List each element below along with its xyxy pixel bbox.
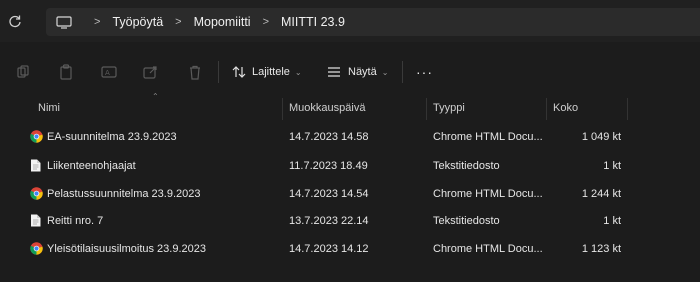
file-name: EA-suunnitelma 23.9.2023: [47, 131, 177, 143]
file-name: Yleisötilaisuusilmoitus 23.9.2023: [47, 243, 206, 255]
view-label: Näytä: [348, 66, 377, 78]
more-options-button[interactable]: ···: [416, 64, 433, 80]
column-divider[interactable]: [627, 98, 628, 120]
view-list-icon: [327, 67, 341, 77]
file-row[interactable]: Pelastussuunnitelma 23.9.2023 14.7.2023 1…: [0, 181, 700, 207]
breadcrumb-item-tyopoyta[interactable]: Työpöytä: [112, 15, 163, 29]
address-bar: > Työpöytä > Mopomiitti > MIITTI 23.9: [0, 0, 700, 42]
column-divider[interactable]: [282, 98, 283, 120]
file-row[interactable]: Reitti nro. 7 13.7.2023 22.14 Tekstitiedos…: [0, 208, 700, 234]
file-modified: 14.7.2023 14.54: [289, 188, 369, 200]
breadcrumb-separator[interactable]: >: [94, 16, 100, 28]
computer-icon[interactable]: [56, 16, 72, 29]
file-name: Reitti nro. 7: [47, 215, 104, 227]
sort-button[interactable]: Lajittele ⌄: [232, 66, 302, 78]
toolbar-separator: [218, 61, 219, 83]
file-name: Liikenteenohjaajat: [47, 160, 136, 172]
column-header-modified[interactable]: Muokkauspäivä: [289, 96, 365, 120]
file-type: Tekstitiedosto: [433, 160, 500, 172]
file-row[interactable]: Liikenteenohjaajat 11.7.2023 18.49 Tekstit…: [0, 153, 700, 179]
file-row[interactable]: Yleisötilaisuusilmoitus 23.9.2023 14.7.20…: [0, 236, 700, 262]
file-size: 1 kt: [603, 160, 621, 172]
breadcrumb-item-miitti[interactable]: MIITTI 23.9: [281, 15, 345, 29]
breadcrumb-separator[interactable]: >: [175, 16, 181, 28]
sort-label: Lajittele: [252, 66, 290, 78]
svg-text:A: A: [105, 69, 110, 77]
file-size: 1 kt: [603, 215, 621, 227]
sort-ascending-icon: ⌃: [152, 92, 159, 101]
file-modified: 13.7.2023 22.14: [289, 215, 369, 227]
file-modified: 11.7.2023 18.49: [289, 160, 368, 172]
file-type: Chrome HTML Docu...: [433, 243, 543, 255]
cut-icon[interactable]: [14, 63, 32, 81]
breadcrumb-separator[interactable]: >: [263, 16, 269, 28]
chevron-down-icon: ⌄: [294, 67, 302, 77]
chevron-down-icon: ⌄: [381, 67, 389, 77]
breadcrumb-item-mopomiitti[interactable]: Mopomiitti: [194, 15, 251, 29]
file-type: Chrome HTML Docu...: [433, 188, 543, 200]
file-size: 1 123 kt: [581, 243, 621, 255]
breadcrumb[interactable]: > Työpöytä > Mopomiitti > MIITTI 23.9: [46, 8, 700, 36]
more-icon: ···: [416, 64, 433, 80]
file-type: Tekstitiedosto: [433, 215, 500, 227]
column-header-name[interactable]: Nimi: [38, 96, 60, 120]
command-toolbar: A Lajittele ⌄ Näytä ⌄ ···: [0, 52, 700, 92]
share-icon[interactable]: [142, 63, 160, 81]
file-size: 1 244 kt: [581, 188, 621, 200]
toolbar-separator: [402, 61, 403, 83]
column-divider[interactable]: [546, 98, 547, 120]
file-type: Chrome HTML Docu...: [433, 131, 543, 143]
chrome-icon: [30, 242, 43, 255]
text-file-icon: [30, 159, 43, 172]
rename-icon[interactable]: A: [100, 63, 118, 81]
text-file-icon: [30, 214, 43, 227]
chrome-icon: [30, 130, 43, 143]
column-header-type[interactable]: Tyyppi: [433, 96, 465, 120]
column-header: ⌃ Nimi Muokkauspäivä Tyyppi Koko: [0, 92, 700, 120]
copy-icon[interactable]: [57, 63, 75, 81]
file-modified: 14.7.2023 14.12: [289, 243, 369, 255]
file-name: Pelastussuunnitelma 23.9.2023: [47, 188, 201, 200]
chrome-icon: [30, 187, 43, 200]
view-button[interactable]: Näytä ⌄: [327, 66, 388, 78]
file-row[interactable]: EA-suunnitelma 23.9.2023 14.7.2023 14.58 C…: [0, 124, 700, 150]
file-size: 1 049 kt: [581, 131, 621, 143]
sort-icon: [232, 66, 246, 78]
column-divider[interactable]: [426, 98, 427, 120]
refresh-icon[interactable]: [0, 14, 30, 28]
delete-icon[interactable]: [186, 63, 204, 81]
file-modified: 14.7.2023 14.58: [289, 131, 369, 143]
column-header-size[interactable]: Koko: [553, 96, 578, 120]
